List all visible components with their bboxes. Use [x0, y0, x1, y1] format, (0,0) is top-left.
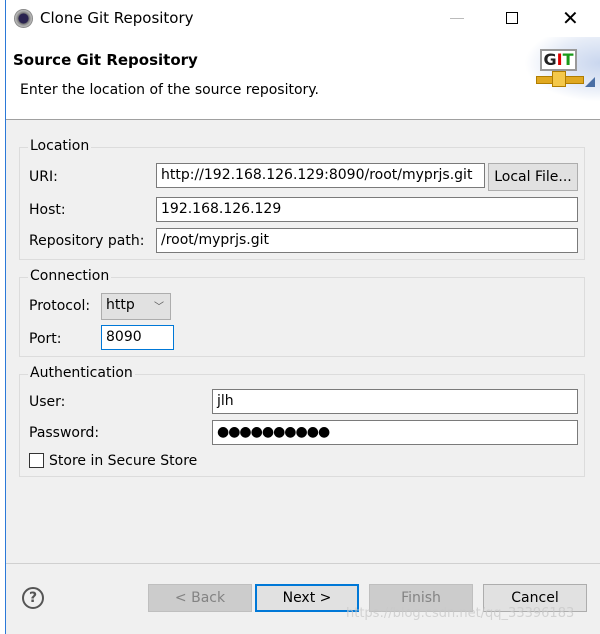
minimize-button[interactable] [450, 18, 464, 19]
store-secure-label[interactable]: Store in Secure Store [49, 452, 197, 470]
page-description: Enter the location of the source reposit… [20, 82, 320, 98]
port-label: Port: [29, 331, 62, 347]
uri-label: URI: [29, 169, 58, 185]
eclipse-icon [14, 9, 33, 28]
close-button[interactable]: ✕ [562, 6, 579, 30]
window-title: Clone Git Repository [40, 9, 194, 27]
help-icon[interactable]: ? [22, 587, 44, 609]
local-file-button[interactable]: Local File... [488, 163, 578, 191]
store-secure-checkbox[interactable] [29, 453, 44, 468]
protocol-value: http [106, 297, 135, 313]
protocol-select[interactable]: http ﹀ [101, 293, 171, 320]
title-bar: Clone Git Repository ✕ [6, 0, 600, 37]
repository-path-input[interactable]: /root/myprjs.git [156, 228, 578, 253]
back-button[interactable]: < Back [148, 584, 252, 612]
page-title: Source Git Repository [13, 51, 198, 69]
password-label: Password: [29, 425, 100, 441]
port-input[interactable]: 8090 [101, 325, 174, 350]
uri-input[interactable]: http://192.168.126.129:8090/root/myprjs.… [156, 163, 485, 188]
host-label: Host: [29, 202, 66, 218]
user-input[interactable]: jlh [212, 389, 578, 414]
clone-git-repository-dialog: Clone Git Repository ✕ Source Git Reposi… [5, 0, 600, 634]
wizard-header: Source Git Repository Enter the location… [6, 37, 600, 120]
authentication-group-label: Authentication [28, 365, 135, 381]
git-logo: GIT [524, 37, 600, 102]
chevron-down-icon: ﹀ [154, 302, 164, 313]
next-button[interactable]: Next > [255, 584, 359, 612]
location-group-label: Location [28, 138, 92, 154]
host-input[interactable]: 192.168.126.129 [156, 197, 578, 222]
footer-separator [6, 563, 600, 564]
watermark: https://blog.csdn.net/qq_33396183 [346, 606, 575, 621]
maximize-button[interactable] [506, 12, 518, 24]
connection-group-label: Connection [28, 268, 112, 284]
user-label: User: [29, 394, 66, 410]
password-input[interactable]: ●●●●●●●●●● [212, 420, 578, 445]
protocol-label: Protocol: [29, 298, 91, 314]
repository-path-label: Repository path: [29, 233, 145, 249]
